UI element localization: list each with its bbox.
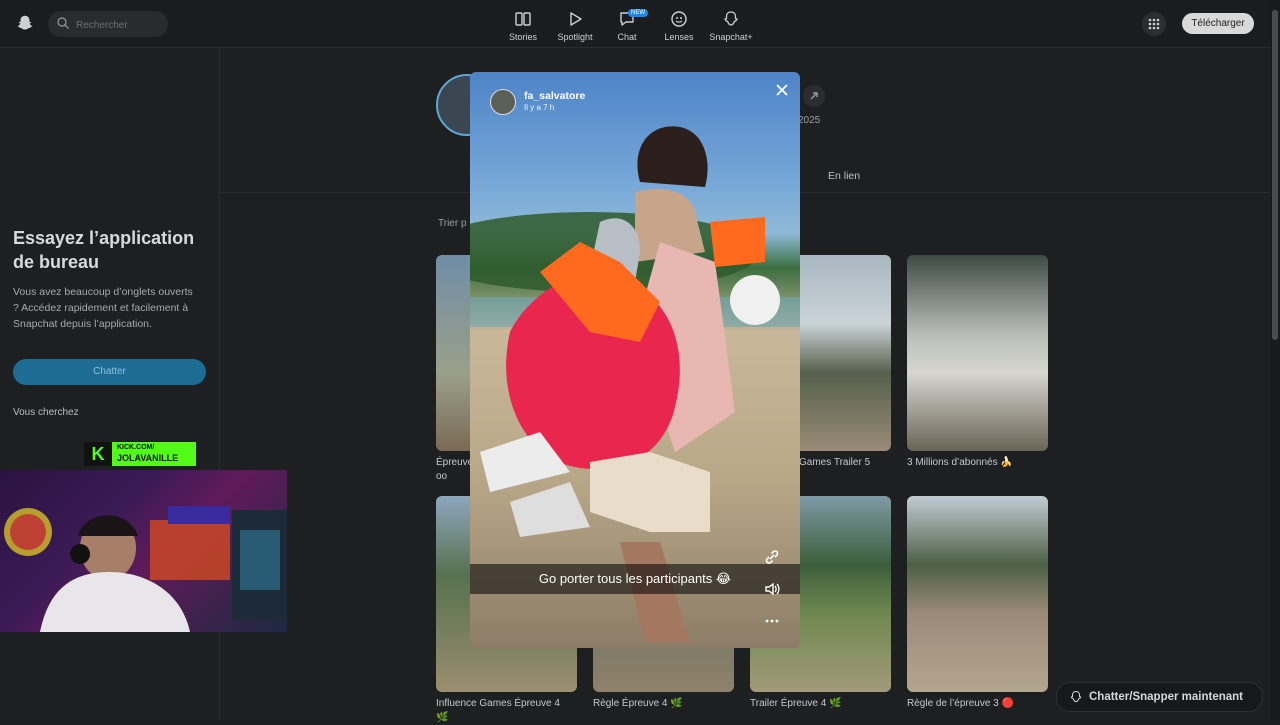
top-bar: Stories Spotlight NEW Chat Lenses Snapch… [0, 0, 1270, 48]
story-card-caption: 3 Millions d’abonnés 🍌 [907, 457, 1013, 468]
snapchat-logo-icon[interactable] [16, 14, 34, 32]
volume-icon[interactable] [763, 580, 781, 598]
story-timestamp: Il y a 7 h [524, 103, 555, 112]
promo-title: Essayez l’application de bureau [13, 228, 195, 272]
story-card-caption: Règle de l’épreuve 3 🔴 [907, 698, 1014, 709]
scrollbar-thumb[interactable] [1272, 10, 1278, 340]
story-card-caption: Influence Games Épreuve 4 🌿 [436, 698, 560, 723]
story-card-caption: Games Trailer 5 [799, 457, 871, 468]
apps-menu-button[interactable] [1142, 12, 1166, 36]
nav-spotlight[interactable]: Spotlight [549, 8, 601, 44]
apps-grid-icon [1148, 18, 1160, 30]
nav-stories-label: Stories [508, 32, 537, 42]
story-photo [470, 126, 800, 642]
ghost-plus-icon [724, 11, 738, 26]
looking-for-text: Vous cherchez [13, 407, 79, 418]
close-icon[interactable] [773, 81, 791, 99]
nav-chat-label: Chat [617, 32, 637, 42]
story-caption-bar: Go porter tous les participants 😂 [470, 564, 800, 594]
story-author-avatar[interactable] [490, 89, 516, 115]
download-button[interactable]: Télécharger [1182, 13, 1254, 34]
nav-stories[interactable]: Stories [497, 8, 549, 44]
page-scrollbar[interactable] [1270, 0, 1280, 720]
share-icon [810, 92, 818, 100]
profile-date: 2025 [798, 115, 821, 126]
stories-icon [515, 12, 531, 26]
webcam-overlay [0, 470, 287, 632]
ghost-icon [1070, 691, 1082, 703]
nav-snapchat-plus[interactable]: Snapchat+ [705, 8, 757, 44]
nav-snapchat-plus-label: Snapchat+ [709, 32, 753, 42]
search-bar[interactable] [48, 11, 168, 37]
kick-channel-banner: K KICK.COM/ JOLAVANILLE [84, 442, 196, 466]
play-icon [570, 12, 582, 26]
chat-snap-now-button[interactable]: Chatter/Snapper maintenant [1056, 682, 1263, 712]
tab-related[interactable]: En lien [828, 170, 860, 182]
nav-lenses-label: Lenses [664, 32, 694, 42]
webcam-feed [4, 506, 287, 632]
story-caption: Go porter tous les participants 😂 [538, 571, 732, 586]
sort-label[interactable]: Trier p [438, 218, 467, 229]
chat-snap-now-label: Chatter/Snapper maintenant [1089, 691, 1243, 703]
lenses-icon [671, 11, 687, 27]
chat-button[interactable]: Chatter [13, 359, 206, 385]
kick-url: KICK.COM/ [117, 444, 155, 451]
kick-logo: K [84, 442, 112, 466]
nav-chat[interactable]: NEW Chat [601, 8, 653, 44]
search-icon [57, 17, 69, 29]
story-card-caption: Règle Épreuve 4 🌿 [593, 698, 683, 709]
share-button[interactable] [803, 85, 825, 107]
promo-text: Vous avez beaucoup d’onglets ouverts ? A… [13, 286, 193, 330]
story-card-caption: Trailer Épreuve 4 🌿 [750, 698, 842, 709]
kick-channel-name: JOLAVANILLE [117, 453, 179, 463]
more-options-icon[interactable] [763, 612, 781, 630]
nav-lenses[interactable]: Lenses [653, 8, 705, 44]
story-card[interactable] [907, 255, 1048, 451]
search-input[interactable] [74, 15, 164, 35]
story-viewer-modal[interactable]: fa_salvatore Il y a 7 h Go porter tous l… [470, 72, 800, 648]
new-badge: NEW [628, 9, 648, 17]
story-card[interactable] [907, 496, 1048, 692]
story-username[interactable]: fa_salvatore [524, 90, 585, 102]
nav-spotlight-label: Spotlight [557, 32, 593, 42]
story-card-caption: Épreuve oo [436, 457, 474, 482]
